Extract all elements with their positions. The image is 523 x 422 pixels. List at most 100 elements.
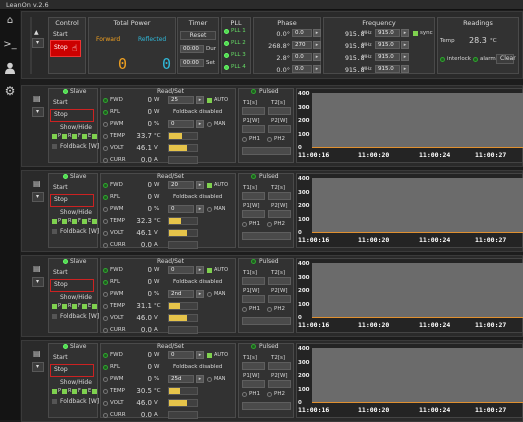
module-start-button[interactable]: Start (53, 269, 68, 276)
foldback-checkbox[interactable] (52, 399, 57, 404)
toggle-extra-checkbox[interactable] (92, 219, 97, 224)
toggle-r-checkbox[interactable] (62, 134, 67, 139)
ph2-radio[interactable] (267, 392, 272, 397)
p2-input[interactable] (268, 125, 291, 133)
pwm-set-input[interactable]: 0 (168, 120, 194, 128)
terminal-icon[interactable]: >_ (2, 38, 18, 52)
home-icon[interactable]: ⌂ (2, 14, 18, 28)
fwd-set-arrow-icon[interactable]: ▸ (196, 266, 204, 274)
pulsed-extra-input[interactable] (242, 402, 291, 410)
p1-input[interactable] (242, 380, 265, 388)
fwd-set-arrow-icon[interactable]: ▸ (196, 96, 204, 104)
p2-input[interactable] (268, 295, 291, 303)
ph1-radio[interactable] (242, 222, 247, 227)
pulsed-extra-input[interactable] (242, 147, 291, 155)
gear-icon[interactable]: ⚙ (2, 84, 18, 98)
foldback-checkbox[interactable] (52, 144, 57, 149)
user-icon[interactable] (2, 62, 18, 76)
freq1-arrow-icon[interactable]: ▸ (401, 29, 409, 37)
ph2-radio[interactable] (267, 137, 272, 142)
timer-reset-button[interactable]: Reset (180, 31, 216, 40)
toggle-r-checkbox[interactable] (62, 304, 67, 309)
fwd-set-arrow-icon[interactable]: ▸ (196, 351, 204, 359)
pwm-set-input[interactable]: 25d (168, 375, 194, 383)
p1-input[interactable] (242, 210, 265, 218)
phase4-arrow-icon[interactable]: ▸ (313, 65, 321, 73)
phase2-arrow-icon[interactable]: ▸ (313, 41, 321, 49)
foldback-checkbox[interactable] (52, 314, 57, 319)
freq1-input[interactable]: 915.0 (375, 29, 400, 37)
phase4-input[interactable]: 0.0 (292, 65, 312, 73)
toggle-f-checkbox[interactable] (72, 304, 77, 309)
pwm-set-arrow-icon[interactable]: ▸ (196, 290, 204, 298)
auto-checkbox[interactable] (207, 268, 212, 273)
toggle-f-checkbox[interactable] (72, 389, 77, 394)
toggle-e-checkbox[interactable] (82, 389, 87, 394)
t2-input[interactable] (268, 192, 291, 200)
toggle-extra-checkbox[interactable] (92, 389, 97, 394)
phase2-input[interactable]: 270 (292, 41, 312, 49)
t1-input[interactable] (242, 362, 265, 370)
freq4-arrow-icon[interactable]: ▸ (401, 65, 409, 73)
man-radio[interactable] (207, 122, 212, 127)
timer-set-input[interactable]: 00:00 (180, 59, 204, 67)
fwd-set-arrow-icon[interactable]: ▸ (196, 181, 204, 189)
module-start-button[interactable]: Start (53, 99, 68, 106)
fwd-set-input[interactable]: 0 (168, 351, 194, 359)
ph1-radio[interactable] (242, 307, 247, 312)
fwd-set-input[interactable]: 20 (168, 181, 194, 189)
module-menu-button[interactable]: ▾ (32, 107, 44, 117)
pwm-set-input[interactable]: 2nd (168, 290, 194, 298)
control-start-button[interactable]: Start (53, 31, 68, 38)
module-menu-button[interactable]: ▾ (32, 192, 44, 202)
auto-checkbox[interactable] (207, 353, 212, 358)
freq4-input[interactable]: 915.0 (375, 65, 400, 73)
toggle-extra-checkbox[interactable] (92, 134, 97, 139)
foldback-checkbox[interactable] (52, 229, 57, 234)
phase3-input[interactable]: 0.0 (292, 53, 312, 61)
man-radio[interactable] (207, 292, 212, 297)
module-menu-button[interactable]: ▾ (32, 362, 44, 372)
toggle-p-checkbox[interactable] (52, 219, 57, 224)
module-menu-button[interactable]: ▾ (32, 277, 44, 287)
toggle-p-checkbox[interactable] (52, 304, 57, 309)
module-stop-button[interactable]: Stop (50, 109, 94, 122)
man-radio[interactable] (207, 377, 212, 382)
phase1-input[interactable]: 0.0 (292, 29, 312, 37)
freq2-arrow-icon[interactable]: ▸ (401, 41, 409, 49)
module-stop-button[interactable]: Stop (50, 194, 94, 207)
p1-input[interactable] (242, 295, 265, 303)
toggle-e-checkbox[interactable] (82, 134, 87, 139)
pwm-set-arrow-icon[interactable]: ▸ (196, 205, 204, 213)
toggle-f-checkbox[interactable] (72, 219, 77, 224)
module-start-button[interactable]: Start (53, 354, 68, 361)
pwm-set-arrow-icon[interactable]: ▸ (196, 375, 204, 383)
pulsed-extra-input[interactable] (242, 317, 291, 325)
ph2-radio[interactable] (267, 222, 272, 227)
t2-input[interactable] (268, 277, 291, 285)
freq3-input[interactable]: 915.0 (375, 53, 400, 61)
module-start-button[interactable]: Start (53, 184, 68, 191)
t1-input[interactable] (242, 107, 265, 115)
t1-input[interactable] (242, 192, 265, 200)
toggle-e-checkbox[interactable] (82, 219, 87, 224)
p2-input[interactable] (268, 210, 291, 218)
fwd-set-input[interactable]: 25 (168, 96, 194, 104)
t1-input[interactable] (242, 277, 265, 285)
toggle-p-checkbox[interactable] (52, 134, 57, 139)
ph1-radio[interactable] (242, 392, 247, 397)
sync-checkbox[interactable] (413, 31, 418, 36)
module-stop-button[interactable]: Stop (50, 279, 94, 292)
p2-input[interactable] (268, 380, 291, 388)
t2-input[interactable] (268, 107, 291, 115)
freq2-input[interactable]: 915.0 (375, 41, 400, 49)
ph2-radio[interactable] (267, 307, 272, 312)
auto-checkbox[interactable] (207, 183, 212, 188)
toggle-r-checkbox[interactable] (62, 219, 67, 224)
pwm-set-arrow-icon[interactable]: ▸ (196, 120, 204, 128)
fwd-set-input[interactable]: 0 (168, 266, 194, 274)
man-radio[interactable] (207, 207, 212, 212)
toggle-p-checkbox[interactable] (52, 389, 57, 394)
phase1-arrow-icon[interactable]: ▸ (313, 29, 321, 37)
auto-checkbox[interactable] (207, 98, 212, 103)
